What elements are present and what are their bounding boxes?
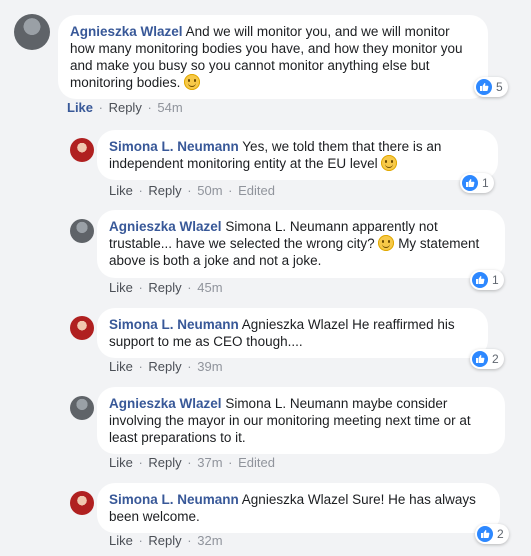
timestamp[interactable]: 54m (157, 100, 182, 115)
thumbs-up-icon (472, 351, 488, 367)
comment-actions: Like · Reply · 54m (67, 100, 183, 115)
author-name[interactable]: Agnieszka Wlazel (109, 396, 222, 411)
comment-bubble: Simona L. Neumann Agnieszka Wlazel Sure!… (97, 483, 500, 533)
edited-label[interactable]: Edited (238, 183, 275, 198)
like-link[interactable]: Like (109, 359, 133, 374)
separator: · (134, 455, 147, 470)
separator: · (134, 183, 147, 198)
comment-actions: Like · Reply · 37m · Edited (109, 455, 275, 470)
separator: · (224, 183, 237, 198)
thumbs-up-icon (477, 526, 493, 542)
separator: · (134, 359, 147, 374)
avatar[interactable] (70, 396, 94, 420)
like-link[interactable]: Like (109, 533, 133, 548)
reply-link[interactable]: Reply (148, 280, 181, 295)
reply-link[interactable]: Reply (148, 183, 181, 198)
timestamp[interactable]: 50m (197, 183, 222, 198)
author-name[interactable]: Agnieszka Wlazel (109, 219, 222, 234)
separator: · (143, 100, 156, 115)
avatar[interactable] (70, 138, 94, 162)
comment-bubble: Simona L. Neumann Agnieszka Wlazel He re… (97, 308, 488, 358)
thumbs-up-icon (476, 79, 492, 95)
reaction-number: 1 (482, 176, 489, 190)
reply-link[interactable]: Reply (148, 455, 181, 470)
reaction-count[interactable]: 1 (460, 173, 494, 193)
comment-bubble: Simona L. Neumann Yes, we told them that… (97, 130, 498, 180)
like-link[interactable]: Like (109, 183, 133, 198)
like-link[interactable]: Like (67, 100, 93, 115)
reply-link[interactable]: Reply (148, 359, 181, 374)
separator: · (134, 280, 147, 295)
edited-label[interactable]: Edited (238, 455, 275, 470)
reply-link[interactable]: Reply (148, 533, 181, 548)
reaction-count[interactable]: 5 (474, 77, 508, 97)
separator: · (183, 280, 196, 295)
smiley-icon (184, 74, 201, 90)
separator: · (224, 455, 237, 470)
like-link[interactable]: Like (109, 280, 133, 295)
smiley-icon (381, 155, 398, 171)
author-name[interactable]: Simona L. Neumann (109, 317, 239, 332)
thumbs-up-icon (472, 272, 488, 288)
separator: · (183, 455, 196, 470)
reaction-number: 1 (492, 273, 499, 287)
comment-actions: Like · Reply · 50m · Edited (109, 183, 275, 198)
reaction-count[interactable]: 1 (470, 270, 504, 290)
timestamp[interactable]: 45m (197, 280, 222, 295)
thumbs-up-icon (462, 175, 478, 191)
avatar[interactable] (70, 316, 94, 340)
timestamp[interactable]: 37m (197, 455, 222, 470)
reply-link[interactable]: Reply (109, 100, 142, 115)
comment-bubble: Agnieszka Wlazel Simona L. Neumann appar… (97, 210, 505, 278)
separator: · (183, 359, 196, 374)
comment-bubble: Agnieszka Wlazel Simona L. Neumann maybe… (97, 387, 505, 454)
separator: · (134, 533, 147, 548)
separator: · (183, 183, 196, 198)
avatar[interactable] (70, 219, 94, 243)
reaction-count[interactable]: 2 (470, 349, 504, 369)
comment-actions: Like · Reply · 39m (109, 359, 223, 374)
author-name[interactable]: Simona L. Neumann (109, 492, 239, 507)
separator: · (95, 100, 107, 115)
smiley-icon (378, 235, 395, 251)
author-name[interactable]: Simona L. Neumann (109, 139, 239, 154)
separator: · (183, 533, 196, 548)
comment-actions: Like · Reply · 32m (109, 533, 223, 548)
reaction-number: 5 (496, 80, 503, 94)
comment-actions: Like · Reply · 45m (109, 280, 223, 295)
comment-bubble: Agnieszka Wlazel And we will monitor you… (58, 15, 488, 99)
reaction-number: 2 (497, 527, 504, 541)
avatar[interactable] (14, 14, 50, 50)
reaction-number: 2 (492, 352, 499, 366)
avatar[interactable] (70, 491, 94, 515)
like-link[interactable]: Like (109, 455, 133, 470)
author-name[interactable]: Agnieszka Wlazel (70, 24, 183, 39)
reaction-count[interactable]: 2 (475, 524, 509, 544)
timestamp[interactable]: 32m (197, 533, 222, 548)
timestamp[interactable]: 39m (197, 359, 222, 374)
